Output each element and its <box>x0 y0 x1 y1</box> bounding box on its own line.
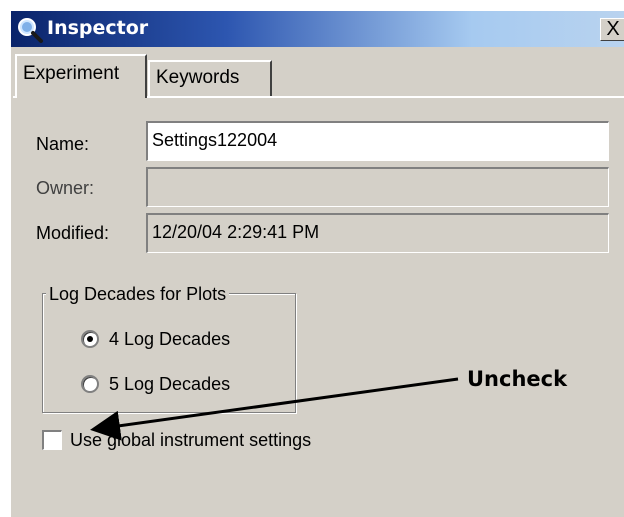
radio-5-label: 5 Log Decades <box>109 374 231 394</box>
tab-experiment-label: Experiment <box>23 63 120 84</box>
owner-label: Owner: <box>36 178 95 198</box>
tab-keywords[interactable]: Keywords <box>148 60 272 96</box>
name-field[interactable]: Settings122004 <box>146 121 609 161</box>
modified-field: 12/20/04 2:29:41 PM <box>146 213 609 253</box>
log-decades-group <box>42 293 296 413</box>
radio-4-label: 4 Log Decades <box>109 329 231 349</box>
global-settings-label: Use global instrument settings <box>70 430 312 450</box>
tab-keywords-label: Keywords <box>156 67 240 88</box>
uncheck-annotation: Uncheck <box>467 367 568 391</box>
log-decades-legend: Log Decades for Plots <box>46 283 230 305</box>
global-settings-checkbox[interactable] <box>42 430 62 450</box>
inspector-window: Inspector X Experiment Keywords Name: Se… <box>9 10 624 517</box>
owner-field <box>146 167 609 207</box>
radio-button-4[interactable] <box>81 330 99 348</box>
modified-label: Modified: <box>36 223 110 243</box>
window-title: Inspector <box>47 17 149 39</box>
radio-button-5[interactable] <box>81 375 99 393</box>
title-bar: Inspector X <box>11 11 624 47</box>
close-button[interactable]: X <box>600 18 624 41</box>
magnifier-icon <box>18 18 43 43</box>
name-label: Name: <box>36 134 90 154</box>
tab-experiment[interactable]: Experiment <box>15 54 147 98</box>
